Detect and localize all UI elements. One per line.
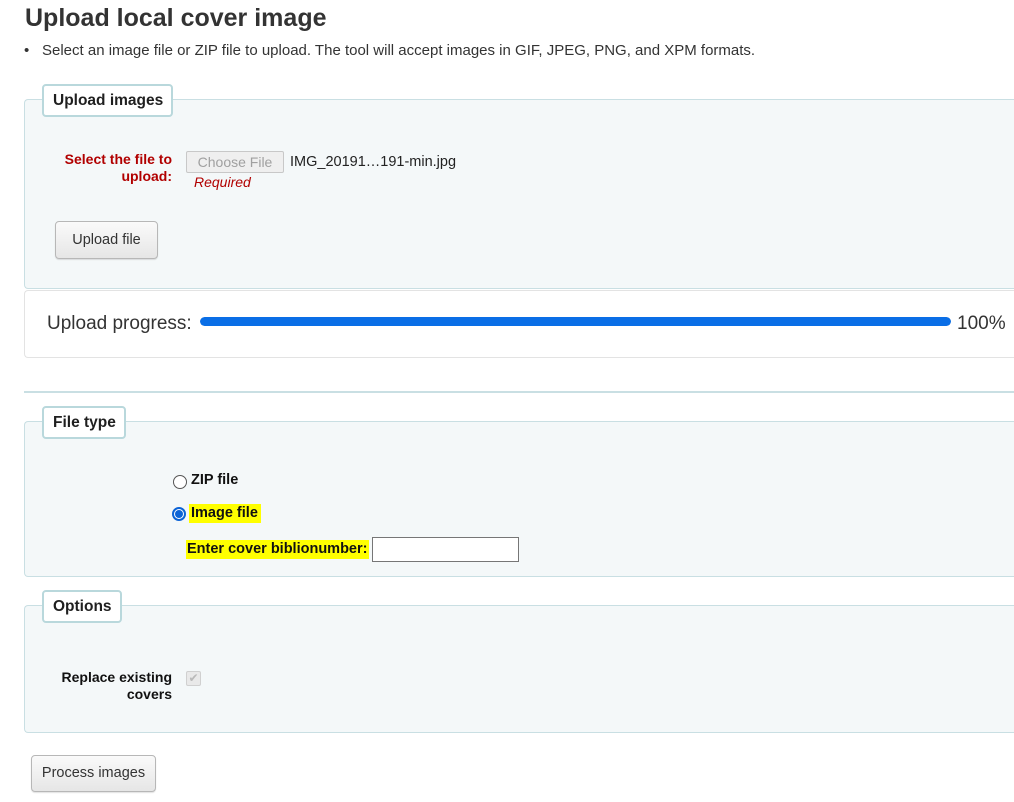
upload-progress-bar bbox=[200, 317, 951, 326]
upload-images-fieldset bbox=[24, 99, 1014, 289]
process-images-button[interactable]: Process images bbox=[31, 755, 156, 792]
upload-file-button[interactable]: Upload file bbox=[55, 221, 158, 259]
image-file-radio[interactable] bbox=[172, 507, 186, 521]
choose-file-button[interactable]: Choose File bbox=[186, 151, 284, 173]
upload-hint: • Select an image file or ZIP file to upl… bbox=[24, 42, 755, 59]
biblionumber-input[interactable] bbox=[372, 537, 519, 562]
replace-covers-label: Replace existing covers bbox=[30, 669, 173, 703]
file-upload-label: Select the file to upload: bbox=[40, 151, 172, 185]
upload-hint-text: Select an image file or ZIP file to uplo… bbox=[42, 42, 756, 59]
biblionumber-label: Enter cover biblionumber: bbox=[186, 540, 370, 559]
replace-covers-checkbox[interactable]: ✔ bbox=[186, 671, 201, 686]
section-divider bbox=[24, 391, 1014, 393]
required-note: Required bbox=[194, 174, 251, 190]
replace-covers-label-line2: covers bbox=[126, 686, 172, 702]
zip-file-radio[interactable] bbox=[173, 475, 187, 489]
file-type-fieldset bbox=[24, 421, 1014, 577]
file-type-legend: File type bbox=[42, 406, 126, 439]
file-upload-label-line1: Select the file to bbox=[64, 151, 172, 167]
image-file-label[interactable]: Image file bbox=[189, 504, 261, 523]
upload-images-legend: Upload images bbox=[42, 84, 174, 117]
upload-progress-label: Upload progress: bbox=[47, 313, 192, 334]
upload-cover-page: Upload local cover image • Select an imag… bbox=[0, 0, 1014, 802]
checkmark-icon: ✔ bbox=[188, 671, 199, 685]
bullet-icon: • bbox=[24, 42, 30, 59]
selected-file-name: IMG_20191…191-min.jpg bbox=[290, 154, 457, 170]
replace-covers-label-line1: Replace existing bbox=[61, 669, 173, 685]
file-upload-label-line2: upload: bbox=[121, 168, 172, 184]
upload-progress-fill bbox=[200, 317, 951, 326]
options-legend: Options bbox=[42, 590, 122, 623]
upload-progress-percent: 100% bbox=[957, 313, 1006, 334]
page-title: Upload local cover image bbox=[25, 4, 327, 32]
zip-file-label[interactable]: ZIP file bbox=[191, 472, 238, 488]
options-fieldset bbox=[24, 605, 1014, 733]
